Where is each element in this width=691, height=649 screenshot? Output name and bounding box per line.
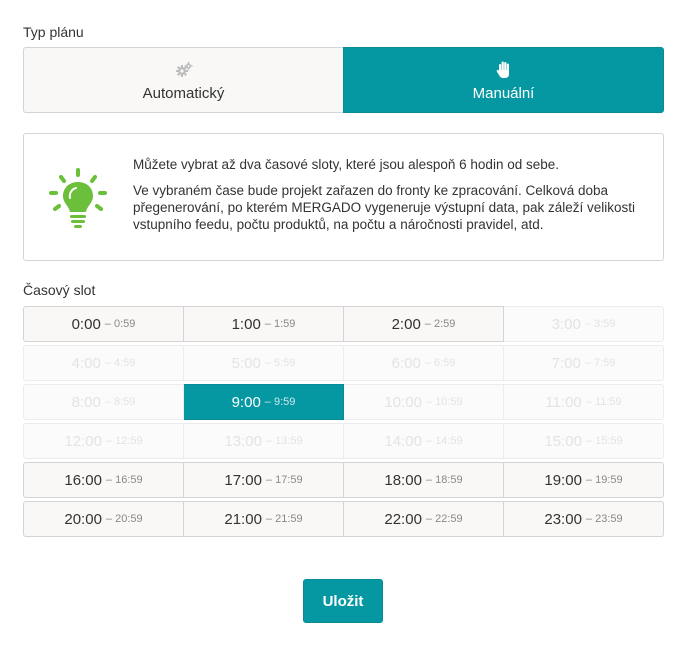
- slot-13: 13:00– 13:59: [184, 423, 344, 459]
- slot-end: – 1:59: [264, 318, 296, 330]
- manual-mode-button[interactable]: Manuální: [343, 47, 664, 113]
- slot-10: 10:00– 10:59: [344, 384, 504, 420]
- slot-start: 23:00: [544, 510, 582, 528]
- automatic-mode-button[interactable]: Automatický: [23, 47, 343, 113]
- slot-end: – 9:59: [264, 396, 296, 408]
- slot-start: 14:00: [384, 432, 422, 450]
- slot-start: 16:00: [64, 471, 102, 489]
- slot-row: 4:00– 4:59 5:00– 5:59 6:00– 6:59 7:00– 7…: [23, 345, 664, 381]
- slot-start: 13:00: [224, 432, 262, 450]
- slot-start: 3:00: [551, 315, 581, 333]
- slot-23[interactable]: 23:00– 23:59: [504, 501, 664, 537]
- slot-start: 20:00: [64, 510, 102, 528]
- slot-end: – 19:59: [585, 474, 623, 486]
- slot-end: – 20:59: [105, 513, 143, 525]
- slot-end: – 0:59: [104, 318, 136, 330]
- slot-end: – 8:59: [104, 396, 136, 408]
- slot-start: 11:00: [545, 393, 582, 411]
- lightbulb-icon: [48, 168, 108, 230]
- slot-start: 2:00: [391, 315, 421, 333]
- slot-17[interactable]: 17:00– 17:59: [184, 462, 344, 498]
- slot-end: – 14:59: [425, 435, 463, 447]
- slot-21[interactable]: 21:00– 21:59: [184, 501, 344, 537]
- slot-end: – 2:59: [424, 318, 456, 330]
- slot-0[interactable]: 0:00– 0:59: [23, 306, 184, 342]
- slot-end: – 3:59: [584, 318, 616, 330]
- slot-end: – 13:59: [265, 435, 303, 447]
- slot-start: 15:00: [544, 432, 582, 450]
- slot-start: 8:00: [71, 393, 101, 411]
- manual-mode-label: Manuální: [472, 84, 535, 102]
- slot-end: – 16:59: [105, 474, 143, 486]
- slot-9-selected[interactable]: 9:00– 9:59: [184, 384, 344, 420]
- slot-start: 10:00: [384, 393, 422, 411]
- slot-start: 4:00: [71, 354, 101, 372]
- slot-8: 8:00– 8:59: [23, 384, 184, 420]
- slot-start: 9:00: [231, 393, 261, 411]
- slot-6: 6:00– 6:59: [344, 345, 504, 381]
- slot-22[interactable]: 22:00– 22:59: [344, 501, 504, 537]
- time-slot-label: Časový slot: [23, 282, 96, 298]
- slot-start: 21:00: [224, 510, 262, 528]
- slot-20[interactable]: 20:00– 20:59: [23, 501, 184, 537]
- plan-type-toggle: Automatický Manuální: [23, 47, 664, 113]
- slot-end: – 7:59: [584, 357, 616, 369]
- slot-1[interactable]: 1:00– 1:59: [184, 306, 344, 342]
- info-line-2: Ve vybraném čase bude projekt zařazen do…: [133, 183, 635, 232]
- slot-end: – 11:59: [585, 396, 622, 408]
- slot-start: 6:00: [391, 354, 421, 372]
- slot-start: 12:00: [64, 432, 102, 450]
- slot-row: 12:00– 12:59 13:00– 13:59 14:00– 14:59 1…: [23, 423, 664, 459]
- plan-type-label: Typ plánu: [23, 24, 84, 40]
- info-box: Můžete vybrat až dva časové sloty, které…: [23, 133, 664, 261]
- hand-icon: [496, 59, 512, 81]
- gears-icon: [175, 59, 193, 81]
- slot-16[interactable]: 16:00– 16:59: [23, 462, 184, 498]
- slot-row: 0:00– 0:59 1:00– 1:59 2:00– 2:59 3:00– 3…: [23, 306, 664, 342]
- slot-start: 7:00: [551, 354, 581, 372]
- save-button[interactable]: Uložit: [303, 579, 383, 623]
- slot-end: – 22:59: [425, 513, 463, 525]
- slot-11: 11:00– 11:59: [504, 384, 664, 420]
- info-text: Můžete vybrat až dva časové sloty, které…: [133, 156, 653, 242]
- info-line-1: Můžete vybrat až dva časové sloty, které…: [133, 157, 559, 172]
- slot-start: 1:00: [231, 315, 261, 333]
- slot-row: 20:00– 20:59 21:00– 21:59 22:00– 22:59 2…: [23, 501, 664, 537]
- slot-14: 14:00– 14:59: [344, 423, 504, 459]
- slot-end: – 17:59: [265, 474, 303, 486]
- slot-row: 16:00– 16:59 17:00– 17:59 18:00– 18:59 1…: [23, 462, 664, 498]
- slot-end: – 6:59: [424, 357, 456, 369]
- slot-18[interactable]: 18:00– 18:59: [344, 462, 504, 498]
- slot-start: 22:00: [384, 510, 422, 528]
- automatic-mode-label: Automatický: [142, 84, 225, 102]
- slot-end: – 4:59: [104, 357, 136, 369]
- slot-start: 5:00: [231, 354, 261, 372]
- slot-end: – 15:59: [585, 435, 623, 447]
- slot-start: 19:00: [544, 471, 582, 489]
- slot-end: – 23:59: [585, 513, 623, 525]
- slot-12: 12:00– 12:59: [23, 423, 184, 459]
- slot-end: – 10:59: [425, 396, 463, 408]
- time-slot-grid: 0:00– 0:59 1:00– 1:59 2:00– 2:59 3:00– 3…: [23, 306, 664, 540]
- slot-end: – 5:59: [264, 357, 296, 369]
- slot-end: – 12:59: [105, 435, 143, 447]
- slot-start: 17:00: [224, 471, 262, 489]
- slot-start: 0:00: [71, 315, 101, 333]
- slot-row: 8:00– 8:59 9:00– 9:59 10:00– 10:59 11:00…: [23, 384, 664, 420]
- slot-end: – 21:59: [265, 513, 303, 525]
- slot-end: – 18:59: [425, 474, 463, 486]
- slot-3: 3:00– 3:59: [504, 306, 664, 342]
- slot-4: 4:00– 4:59: [23, 345, 184, 381]
- slot-start: 18:00: [384, 471, 422, 489]
- slot-15: 15:00– 15:59: [504, 423, 664, 459]
- slot-19[interactable]: 19:00– 19:59: [504, 462, 664, 498]
- slot-5: 5:00– 5:59: [184, 345, 344, 381]
- slot-2[interactable]: 2:00– 2:59: [344, 306, 504, 342]
- slot-7: 7:00– 7:59: [504, 345, 664, 381]
